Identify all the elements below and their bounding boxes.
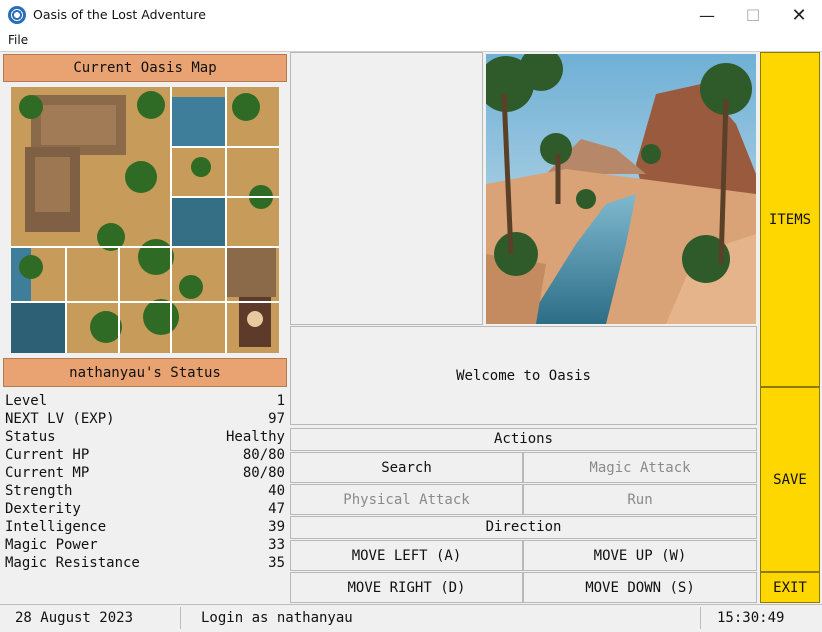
divider <box>180 607 181 629</box>
oasis-scene-image <box>486 54 756 324</box>
stat-value: 35 <box>268 555 285 571</box>
stat-row-magic-resistance: Magic Resistance 35 <box>5 554 285 572</box>
message-text: Welcome to Oasis <box>456 367 591 384</box>
stat-value: 47 <box>268 501 285 517</box>
menu-bar <box>0 31 822 51</box>
stat-label: NEXT LV (EXP) <box>5 411 115 427</box>
login-label: Login as nathanyau <box>201 610 353 626</box>
direction-header: Direction <box>290 516 757 539</box>
stat-label: Magic Power <box>5 537 98 553</box>
stat-row-hp: Current HP 80/80 <box>5 446 285 464</box>
map-tiles <box>11 87 279 353</box>
stat-value: 1 <box>276 393 285 409</box>
stat-label: Current MP <box>5 465 90 481</box>
map-header: Current Oasis Map <box>3 54 287 82</box>
window-title: Oasis of the Lost Adventure <box>33 7 206 22</box>
run-button[interactable]: Run <box>523 484 757 515</box>
oasis-map-image <box>11 87 279 353</box>
stat-label: Magic Resistance <box>5 555 140 571</box>
stat-label: Strength <box>5 483 73 499</box>
items-button[interactable]: ITEMS <box>760 52 820 387</box>
stat-row-level: Level 1 <box>5 392 285 410</box>
maximize-icon: ☐ <box>745 6 761 25</box>
globe-gear-icon <box>8 6 26 24</box>
move-right-button[interactable]: MOVE RIGHT (D) <box>290 572 523 603</box>
stat-label: Dexterity <box>5 501 81 517</box>
maximize-button[interactable]: ☐ <box>730 0 776 31</box>
stat-value: 97 <box>268 411 285 427</box>
status-header: nathanyau's Status <box>3 358 287 387</box>
stat-value: 80/80 <box>242 447 285 463</box>
stat-value: Healthy <box>225 429 285 445</box>
menu-file[interactable]: File <box>8 33 28 47</box>
stat-value: 33 <box>268 537 285 553</box>
magic-attack-button[interactable]: Magic Attack <box>523 452 757 483</box>
character-portrait-panel <box>290 52 483 325</box>
stat-value: 80/80 <box>242 465 285 481</box>
actions-header: Actions <box>290 428 757 451</box>
stat-row-magic-power: Magic Power 33 <box>5 536 285 554</box>
stat-label: Status <box>5 429 56 445</box>
stat-row-mp: Current MP 80/80 <box>5 464 285 482</box>
save-button[interactable]: SAVE <box>760 387 820 572</box>
move-down-button[interactable]: MOVE DOWN (S) <box>523 572 757 603</box>
close-button[interactable]: ✕ <box>776 0 822 31</box>
close-icon: ✕ <box>791 5 807 26</box>
stat-value: 40 <box>268 483 285 499</box>
stat-label: Current HP <box>5 447 90 463</box>
physical-attack-button[interactable]: Physical Attack <box>290 484 523 515</box>
stat-row-next-lv: NEXT LV (EXP) 97 <box>5 410 285 428</box>
move-left-button[interactable]: MOVE LEFT (A) <box>290 540 523 571</box>
stat-row-status: Status Healthy <box>5 428 285 446</box>
divider <box>700 607 701 629</box>
exit-button[interactable]: EXIT <box>760 572 820 603</box>
stat-row-strength: Strength 40 <box>5 482 285 500</box>
stat-row-dexterity: Dexterity 47 <box>5 500 285 518</box>
message-panel: Welcome to Oasis <box>290 326 757 425</box>
search-button[interactable]: Search <box>290 452 523 483</box>
minimize-button[interactable]: — <box>684 0 730 31</box>
stat-label: Intelligence <box>5 519 107 535</box>
stat-value: 39 <box>268 519 285 535</box>
scene-illustration <box>486 54 756 324</box>
stat-label: Level <box>5 393 48 409</box>
date-label: 28 August 2023 <box>15 610 134 626</box>
minimize-icon: — <box>699 6 715 25</box>
move-up-button[interactable]: MOVE UP (W) <box>523 540 757 571</box>
clock-label: 15:30:49 <box>717 610 785 626</box>
stat-row-intelligence: Intelligence 39 <box>5 518 285 536</box>
